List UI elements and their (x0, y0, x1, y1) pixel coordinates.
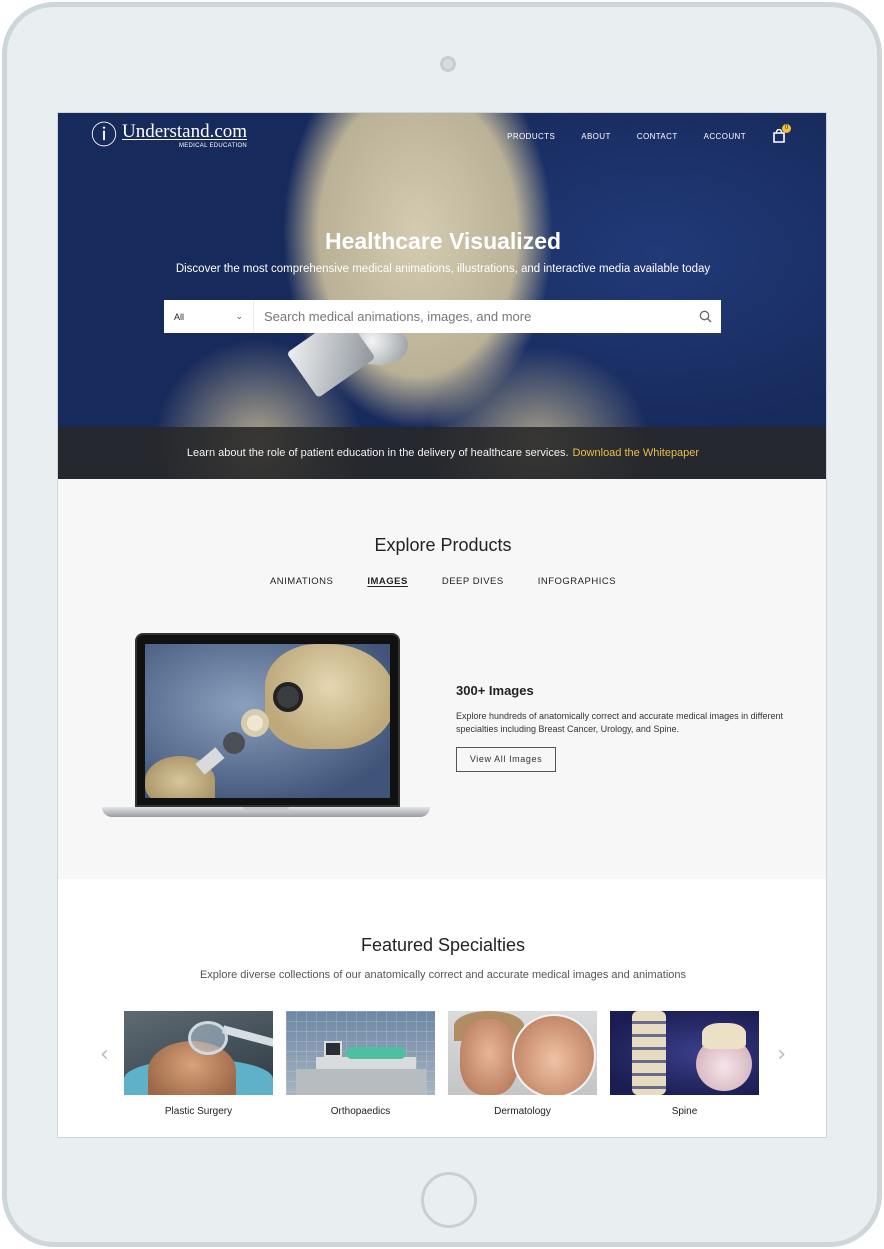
plastic-surgery-image (124, 1011, 273, 1095)
product-title: 300+ Images (456, 683, 534, 698)
chevron-left-icon[interactable]: ‹ (100, 1042, 109, 1067)
search-button[interactable] (689, 300, 721, 333)
logo-name: Understand.com (122, 121, 248, 142)
search-input[interactable] (254, 300, 689, 333)
search-category-value: All (174, 311, 185, 322)
explore-title: Explore Products (374, 535, 512, 555)
product-tabs: ANIMATIONS IMAGES DEEP DIVES INFOGRAPHIC… (58, 576, 826, 587)
whitepaper-link[interactable]: Download the Whitepaper (573, 447, 700, 459)
tab-deep-dives[interactable]: DEEP DIVES (442, 576, 504, 587)
logo-icon: ⓘ (90, 121, 117, 151)
cart-count-badge: 0 (782, 124, 791, 133)
featured-specialties-section: Featured Specialties Explore diverse col… (58, 879, 826, 1137)
specialty-card-plastic-surgery[interactable]: Plastic Surgery (124, 1011, 273, 1117)
chevron-right-icon[interactable]: › (777, 1042, 786, 1067)
search-bar: All ⌄ (164, 300, 721, 333)
tab-animations[interactable]: ANIMATIONS (270, 576, 333, 587)
logo-tagline: MEDICAL EDUCATION (178, 143, 248, 149)
specialty-card-dermatology[interactable]: Dermatology (448, 1011, 597, 1117)
search-category-select[interactable]: All ⌄ (164, 300, 254, 333)
nav-contact[interactable]: CONTACT (637, 132, 678, 141)
dermatology-image (448, 1011, 597, 1095)
home-button[interactable] (421, 1172, 477, 1228)
nav-account[interactable]: ACCOUNT (704, 132, 746, 141)
camera-dot (440, 56, 456, 72)
product-laptop-image (102, 633, 430, 823)
hero: ⓘ Understand.com MEDICAL EDUCATION PRODU… (58, 113, 826, 479)
screen: ⓘ Understand.com MEDICAL EDUCATION PRODU… (57, 112, 827, 1138)
specialty-label: Orthopaedics (330, 1106, 391, 1117)
main-nav: PRODUCTS ABOUT CONTACT ACCOUNT 0 (507, 124, 791, 143)
spine-image (610, 1011, 759, 1095)
whitepaper-banner: Learn about the role of patient educatio… (58, 427, 826, 479)
logo[interactable]: ⓘ Understand.com MEDICAL EDUCATION (90, 121, 247, 151)
specialty-label: Spine (671, 1106, 698, 1117)
product-description: Explore hundreds of anatomically correct… (456, 711, 784, 734)
specialty-label: Dermatology (494, 1106, 551, 1117)
orthopaedics-image (286, 1011, 435, 1095)
nav-products[interactable]: PRODUCTS (507, 132, 555, 141)
search-icon (699, 310, 711, 323)
specialty-card-orthopaedics[interactable]: Orthopaedics (286, 1011, 435, 1117)
whitepaper-text: Learn about the role of patient educatio… (186, 447, 569, 459)
tab-images[interactable]: IMAGES (367, 576, 407, 587)
nav-about[interactable]: ABOUT (581, 132, 611, 141)
explore-products-section: Explore Products ANIMATIONS IMAGES DEEP … (58, 479, 826, 879)
specialties-carousel: Plastic Surgery Orthopaedics Dermatology… (124, 1011, 759, 1117)
hero-subtitle: Discover the most comprehensive medical … (175, 263, 711, 275)
cart-button[interactable]: 0 (772, 124, 791, 143)
chevron-down-icon: ⌄ (235, 311, 243, 321)
view-all-images-button[interactable]: View All Images (456, 747, 556, 772)
hero-title: Healthcare Visualized (324, 228, 562, 254)
specialty-card-spine[interactable]: Spine (610, 1011, 759, 1117)
specialties-subtitle: Explore diverse collections of our anato… (199, 969, 687, 981)
specialties-title: Featured Specialties (360, 935, 526, 955)
tab-infographics[interactable]: INFOGRAPHICS (538, 576, 616, 587)
specialty-label: Plastic Surgery (164, 1106, 233, 1117)
